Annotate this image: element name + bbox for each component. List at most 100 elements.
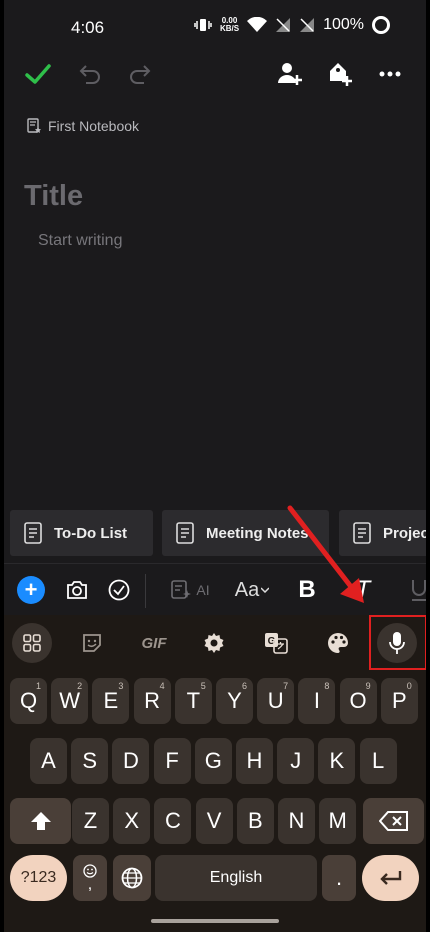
language-key[interactable] [113,855,151,901]
template-chip-meeting[interactable]: Meeting Notes [162,510,329,556]
grid-icon [23,634,41,652]
key-label: J [290,748,302,773]
key-label: B [247,808,263,833]
more-options-button[interactable] [376,60,404,88]
key-d[interactable]: D [112,738,150,784]
enter-key[interactable] [362,855,419,901]
underline-button[interactable] [404,572,426,608]
key-e[interactable]: E3 [92,678,130,724]
key-t[interactable]: T5 [174,678,212,724]
shift-key[interactable] [10,798,71,844]
space-key[interactable]: English [155,855,317,901]
document-icon [24,522,42,544]
key-k[interactable]: K [318,738,356,784]
key-j[interactable]: J [277,738,315,784]
chevron-down-icon [261,587,270,593]
notebook-label: First Notebook [48,118,140,134]
divider [145,574,146,608]
key-hint: 2 [77,681,83,691]
key-h[interactable]: H [236,738,273,784]
symbols-key[interactable]: ?123 [10,855,67,901]
key-label: G [204,748,222,773]
undo-button[interactable] [76,60,104,88]
key-hint: 8 [324,681,330,691]
redo-icon [130,65,151,84]
key-f[interactable]: F [153,738,191,784]
key-label: Y [227,688,242,713]
add-tag-button[interactable] [326,60,354,88]
add-tag-icon [330,63,352,86]
key-s[interactable]: S [71,738,109,784]
redo-button[interactable] [126,60,154,88]
underline-icon [412,580,426,601]
note-body-input[interactable]: Start writing [38,232,122,250]
key-n[interactable]: N [278,798,315,844]
insert-button[interactable]: + [16,572,46,608]
done-button[interactable] [24,60,52,88]
ai-button[interactable]: AI [164,572,216,608]
key-m[interactable]: M [319,798,357,844]
check-icon [25,64,51,84]
emoji-comma-key[interactable]: , [73,855,107,901]
wifi-icon [247,17,268,32]
keyboard-settings-button[interactable] [194,623,234,663]
key-label: I [313,688,320,713]
key-a[interactable]: A [30,738,67,784]
key-y[interactable]: Y6 [216,678,253,724]
key-q[interactable]: Q1 [10,678,47,724]
keyboard-apps-button[interactable] [12,623,52,663]
key-p[interactable]: P0 [380,678,418,724]
key-hint: 9 [365,681,371,691]
key-o[interactable]: O9 [339,678,377,724]
bold-button[interactable]: B [292,572,322,608]
document-icon [353,522,371,544]
key-c[interactable]: C [154,798,192,844]
comma-label: , [87,876,93,893]
key-r[interactable]: R4 [133,678,171,724]
theme-button[interactable] [318,623,358,663]
translate-button[interactable]: G [256,623,296,663]
key-label: H [246,748,263,773]
key-label: V [206,808,222,833]
key-x[interactable]: X [113,798,151,844]
key-label: M [328,808,347,833]
backspace-key[interactable] [363,798,424,844]
key-v[interactable]: V [195,798,233,844]
note-title-input[interactable]: Title [24,180,83,213]
key-label: Z [83,808,98,833]
status-bar: 4:06 0.00 KB/S 100% [4,0,426,54]
key-label: A [41,748,56,773]
vibrate-icon [194,19,212,31]
key-label: S [82,748,98,773]
checklist-button[interactable] [104,572,134,608]
ai-sparkle-icon [171,580,192,599]
period-key[interactable]: . [322,855,356,901]
template-chip-project[interactable]: Project [339,510,426,556]
gear-icon [204,633,224,653]
notebook-selector[interactable]: First Notebook [26,118,139,134]
key-i[interactable]: I8 [298,678,336,724]
key-label: F [165,748,179,773]
template-chip-todo[interactable]: To-Do List [10,510,153,556]
key-label: Q [19,688,38,713]
share-note-button[interactable] [276,60,304,88]
key-l[interactable]: L [359,738,397,784]
italic-button[interactable]: T [348,572,378,608]
key-w[interactable]: W2 [51,678,89,724]
key-g[interactable]: G [194,738,232,784]
text-size-button[interactable]: Aa [230,572,274,608]
key-u[interactable]: U7 [257,678,295,724]
text-size-label: Aa [234,578,260,601]
key-label: R [144,688,161,713]
gesture-handle[interactable] [151,919,279,923]
key-label: X [124,808,140,833]
key-b[interactable]: B [236,798,274,844]
sticker-button[interactable] [72,623,112,663]
signal-off-icon [300,18,315,32]
key-z[interactable]: Z [72,798,109,844]
soft-keyboard: GIF G ?123 , English . Q 1 W 2 E 3 R 4 T… [4,615,426,932]
camera-button[interactable] [62,572,92,608]
gif-button[interactable]: GIF [134,623,174,663]
plus-icon: + [17,576,45,604]
globe-icon [121,867,143,889]
